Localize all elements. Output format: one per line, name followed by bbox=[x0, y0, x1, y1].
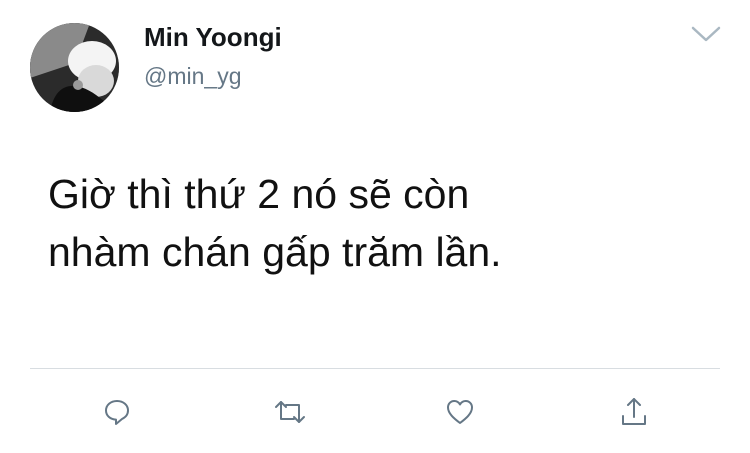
reply-icon bbox=[105, 400, 129, 425]
tweet-actions bbox=[0, 392, 750, 432]
profile-photo-icon bbox=[30, 23, 119, 112]
heart-icon bbox=[447, 400, 473, 424]
tweet-text: Giờ thì thứ 2 nó sẽ còn nhàm chán gấp tr… bbox=[48, 165, 708, 281]
reply-button[interactable] bbox=[97, 392, 137, 432]
tweet-text-line: Giờ thì thứ 2 nó sẽ còn bbox=[48, 171, 470, 217]
share-button[interactable] bbox=[614, 392, 654, 432]
like-button[interactable] bbox=[440, 392, 480, 432]
tweet-text-line: nhàm chán gấp trăm lần. bbox=[48, 229, 502, 275]
retweet-button[interactable] bbox=[270, 392, 310, 432]
author-handle[interactable]: @min_yg bbox=[144, 63, 242, 90]
author-display-name[interactable]: Min Yoongi bbox=[144, 22, 282, 53]
retweet-icon bbox=[275, 401, 305, 423]
tweet-card: Min Yoongi @min_yg Giờ thì thứ 2 nó sẽ c… bbox=[0, 0, 750, 453]
chevron-down-icon[interactable] bbox=[690, 24, 722, 44]
share-icon bbox=[622, 398, 646, 425]
divider bbox=[30, 368, 720, 369]
avatar[interactable] bbox=[30, 23, 119, 112]
